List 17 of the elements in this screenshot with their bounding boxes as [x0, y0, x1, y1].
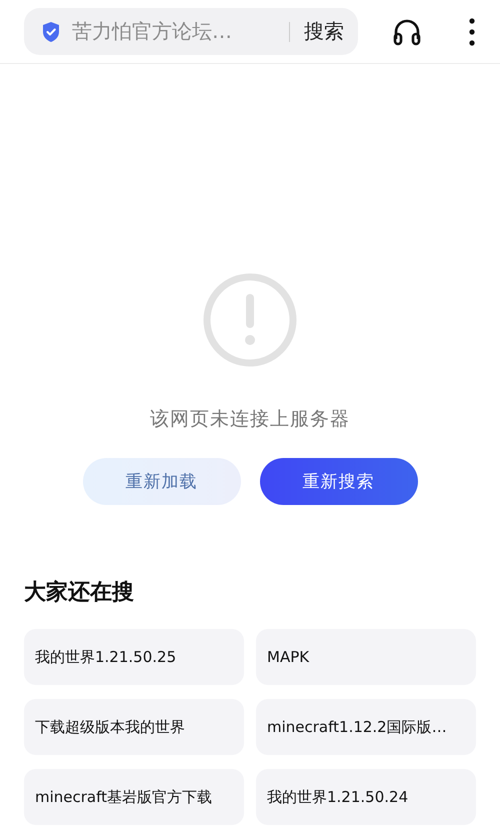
reload-button[interactable]: 重新加载	[82, 458, 240, 505]
error-message: 该网页未连接上服务器	[150, 407, 350, 432]
more-menu-icon[interactable]	[469, 16, 475, 46]
suggestion-chip[interactable]: 我的世界1.21.50.25	[24, 629, 244, 685]
search-button[interactable]: 搜索	[304, 18, 344, 45]
suggestion-chip[interactable]: MAPK	[256, 629, 476, 685]
suggestion-chip[interactable]: minecraft基岩版官方下载	[24, 769, 244, 825]
exclamation-icon	[202, 272, 298, 368]
suggestion-chip[interactable]: 下载超级版本我的世界	[24, 699, 244, 755]
suggestion-chip[interactable]: 我的世界1.21.50.24	[256, 769, 476, 825]
search-bar[interactable]: 苦力怕官方论坛… 搜索	[24, 8, 358, 55]
section-heading: 大家还在搜	[24, 578, 135, 607]
headphones-icon[interactable]	[392, 16, 422, 46]
search-query: 苦力怕官方论坛…	[72, 18, 233, 45]
suggestion-chip[interactable]: minecraft1.12.2国际版…	[256, 699, 476, 755]
shield-check-icon	[41, 20, 61, 42]
search-again-button[interactable]: 重新搜索	[260, 458, 418, 505]
